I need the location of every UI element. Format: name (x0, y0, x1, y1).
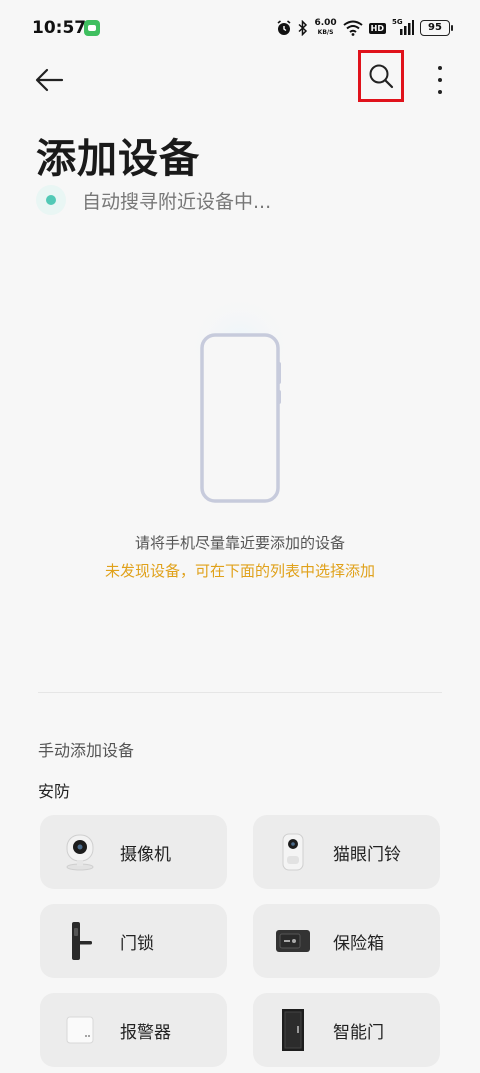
device-card-alarm[interactable]: 报警器 (40, 993, 227, 1067)
device-card-doorbell[interactable]: 猫眼门铃 (253, 815, 440, 889)
device-label: 猫眼门铃 (333, 844, 401, 865)
hd-badge: HD (368, 22, 386, 34)
battery-indicator: 95 (420, 20, 453, 36)
scan-status: 自动搜寻附近设备中... (36, 184, 271, 216)
arrow-left-icon (35, 68, 64, 92)
more-dot-icon (438, 90, 442, 94)
scanning-indicator-icon (36, 185, 66, 215)
battery-level: 95 (428, 22, 442, 33)
no-device-hint: 未发现设备，可在下面的列表中选择添加 (104, 562, 375, 580)
more-options-button[interactable] (430, 66, 450, 94)
device-card-camera[interactable]: 摄像机 (40, 815, 227, 889)
phone-icon (188, 294, 292, 503)
network-speed: 6.00 KB/S (314, 19, 336, 37)
smart-door-icon (273, 1008, 313, 1052)
safe-icon (273, 919, 313, 963)
device-card-door-lock[interactable]: 门锁 (40, 904, 227, 978)
alarm-icon (60, 1008, 100, 1052)
wifi-icon (343, 20, 363, 36)
back-button[interactable] (34, 66, 66, 94)
alarm-clock-icon (277, 20, 291, 35)
door-lock-icon (60, 919, 100, 963)
device-label: 门锁 (120, 933, 154, 954)
device-label: 摄像机 (120, 844, 171, 865)
manual-add-section-title: 手动添加设备 (38, 741, 135, 760)
status-icons: 6.00 KB/S HD 5G 95 (276, 16, 453, 40)
status-bar: 10:57 6.00 KB/S HD 5G 95 (0, 0, 480, 56)
more-dot-icon (438, 66, 442, 70)
category-title-security: 安防 (38, 782, 71, 801)
camera-icon (60, 830, 100, 874)
net-speed-value: 6.00 (314, 18, 337, 28)
status-time: 10:57 (32, 18, 87, 38)
search-button[interactable] (358, 50, 404, 102)
bluetooth-icon (298, 20, 308, 36)
scan-status-text: 自动搜寻附近设备中... (82, 190, 272, 213)
net-speed-unit: KB/S (317, 29, 334, 36)
cellular-signal-icon: 5G (392, 18, 414, 36)
more-dot-icon (438, 78, 442, 82)
device-card-safe[interactable]: 保险箱 (253, 904, 440, 978)
message-notification-icon (84, 20, 100, 36)
device-label: 智能门 (333, 1022, 384, 1043)
search-icon (369, 64, 394, 89)
device-grid: 摄像机 猫眼门铃 门锁 保险箱 报警器 智能门 (40, 815, 440, 1067)
device-card-smart-door[interactable]: 智能门 (253, 993, 440, 1067)
phone-illustration (186, 294, 296, 510)
device-label: 报警器 (120, 1022, 171, 1043)
device-label: 保险箱 (333, 933, 384, 954)
page-title: 添加设备 (36, 136, 200, 182)
proximity-hint: 请将手机尽量靠近要添加的设备 (134, 534, 345, 552)
divider (38, 692, 442, 693)
doorbell-icon (273, 830, 313, 874)
